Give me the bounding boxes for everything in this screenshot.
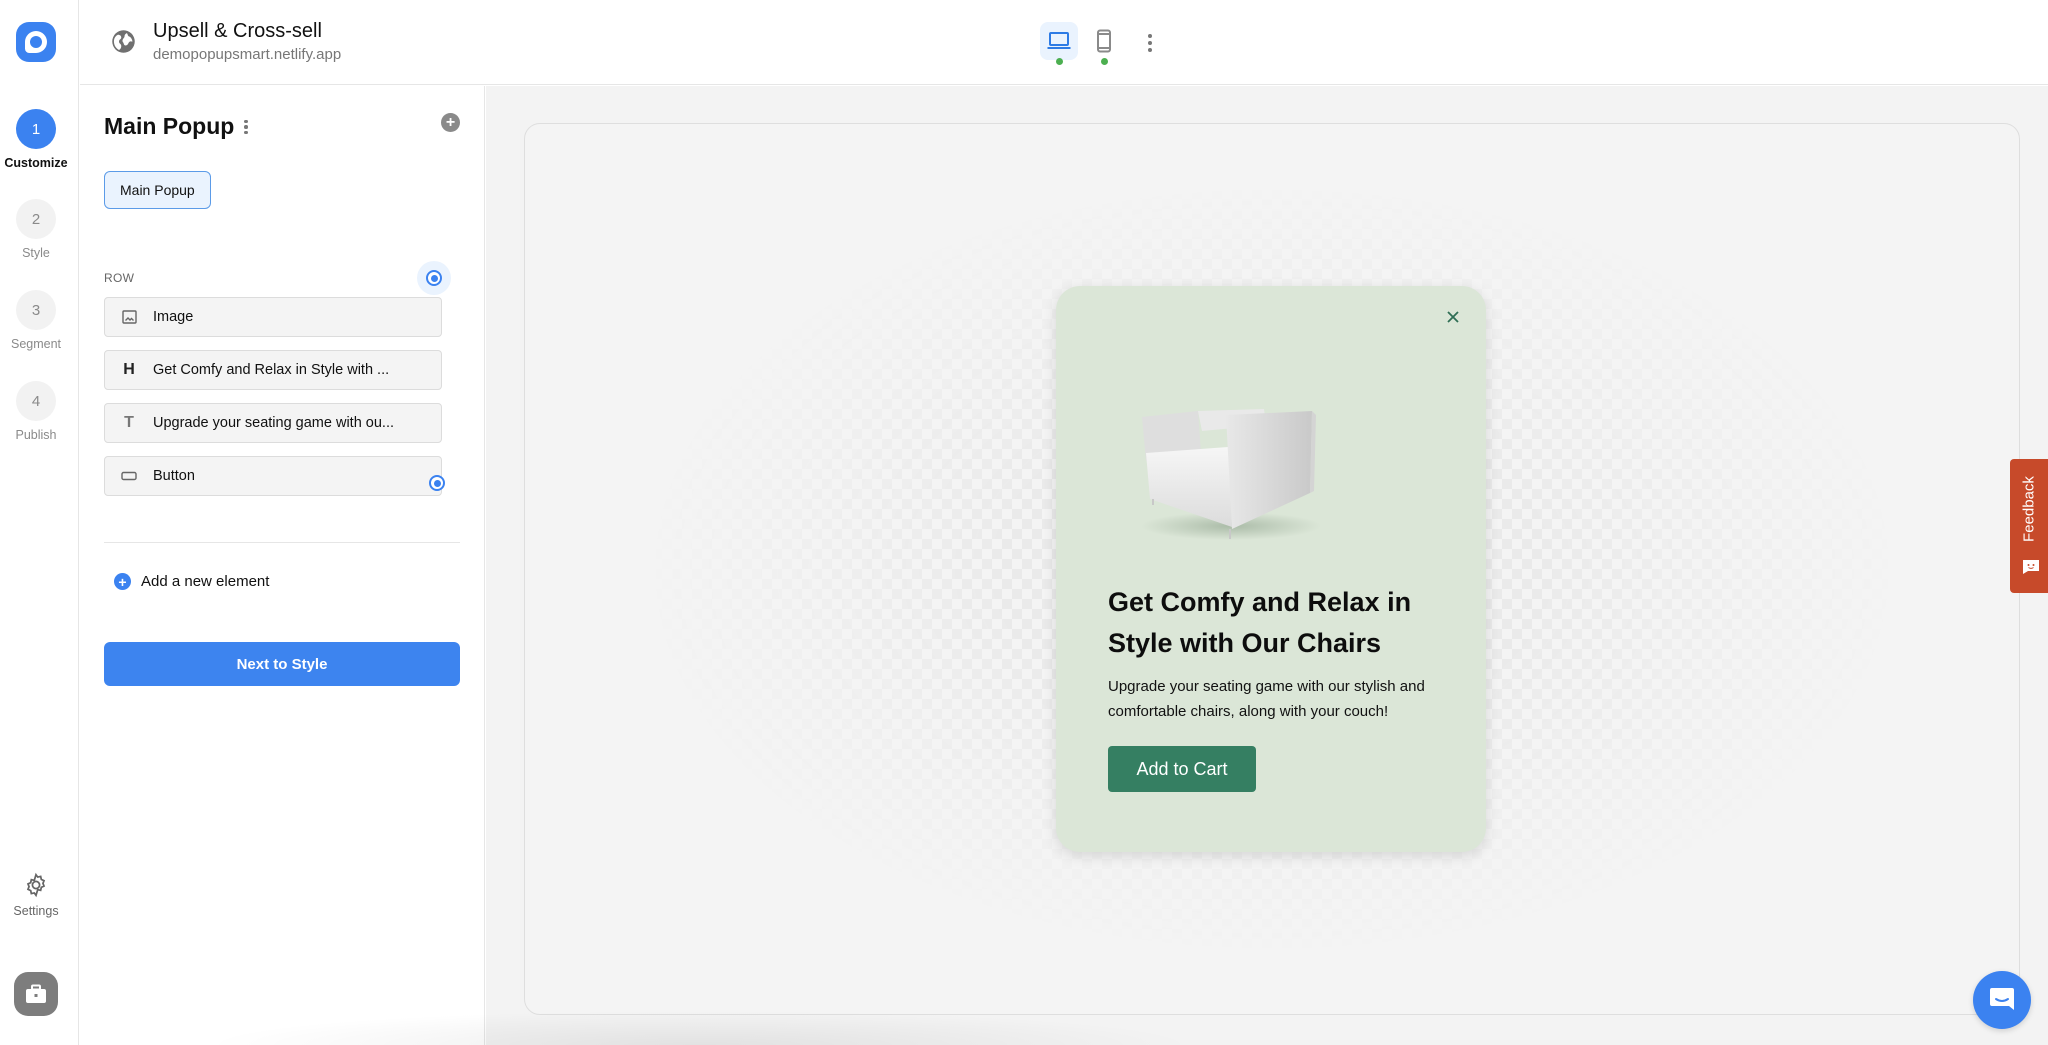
element-label: Image <box>153 309 194 325</box>
step-customize[interactable]: 1 Customize <box>0 109 72 170</box>
step-publish[interactable]: 4 Publish <box>0 381 72 442</box>
mobile-preview-button[interactable] <box>1085 22 1123 60</box>
laptop-icon <box>1047 32 1071 49</box>
customize-panel: Main Popup + Main Popup ROW Image H Get … <box>80 86 485 1045</box>
step-label: Segment <box>10 337 62 351</box>
desktop-status-dot <box>1056 58 1063 65</box>
chat-icon <box>1990 988 2014 1010</box>
element-heading[interactable]: H Get Comfy and Relax in Style with ... <box>104 350 442 390</box>
briefcase-icon <box>26 984 46 1003</box>
add-element-button[interactable]: + Add a new element <box>114 573 269 590</box>
globe-icon <box>112 30 135 53</box>
workspace-button[interactable] <box>14 972 58 1016</box>
add-element-label: Add a new element <box>141 573 270 590</box>
image-icon <box>121 310 137 324</box>
popup-preview[interactable]: Get Comfy and Relax in Style with Our Ch… <box>1056 286 1486 852</box>
element-label: Button <box>153 468 195 484</box>
target-icon <box>426 270 442 286</box>
row-drop-target[interactable] <box>417 261 451 295</box>
mobile-status-dot <box>1101 58 1108 65</box>
popup-menu-button[interactable] <box>240 116 252 138</box>
text-icon: T <box>124 414 134 431</box>
add-popup-button[interactable]: + <box>441 113 460 132</box>
add-to-cart-button[interactable]: Add to Cart <box>1108 746 1256 792</box>
step-segment[interactable]: 3 Segment <box>0 290 72 351</box>
armchair-image <box>1141 409 1321 540</box>
desktop-preview-button[interactable] <box>1040 22 1078 60</box>
site-title: Upsell & Cross-sell <box>153 20 322 42</box>
panel-title: Main Popup <box>104 113 235 139</box>
popup-body-text: Upgrade your seating game with our styli… <box>1108 678 1425 720</box>
plus-circle-icon: + <box>114 573 131 590</box>
settings-button[interactable]: Settings <box>0 872 72 918</box>
element-drop-target[interactable] <box>420 466 454 500</box>
next-to-style-button[interactable]: Next to Style <box>104 642 460 686</box>
plus-icon: + <box>445 113 456 131</box>
element-label: Upgrade your seating game with ou... <box>153 415 394 431</box>
element-button[interactable]: Button <box>104 456 442 496</box>
step-number: 3 <box>16 290 56 330</box>
element-label: Get Comfy and Relax in Style with ... <box>153 362 390 378</box>
gear-icon <box>26 872 46 898</box>
divider <box>104 542 460 543</box>
more-options-button[interactable] <box>1140 30 1160 56</box>
settings-label: Settings <box>13 904 59 918</box>
popupsmart-logo-icon[interactable] <box>16 22 56 62</box>
feedback-label: Feedback <box>2020 476 2038 542</box>
button-icon <box>121 471 137 481</box>
step-number: 2 <box>16 199 56 239</box>
step-label: Customize <box>4 156 68 170</box>
phone-icon <box>1097 29 1111 53</box>
target-icon <box>429 475 445 491</box>
close-icon[interactable] <box>1444 308 1462 326</box>
chat-launcher-button[interactable] <box>1973 971 2031 1029</box>
feedback-tab[interactable]: Feedback <box>2010 459 2048 593</box>
left-rail: 1 Customize 2 Style 3 Segment 4 Publish … <box>0 0 79 1045</box>
step-label: Publish <box>15 428 57 442</box>
element-text[interactable]: T Upgrade your seating game with ou... <box>104 403 442 443</box>
element-image[interactable]: Image <box>104 297 442 337</box>
site-domain: demopopupsmart.netlify.app <box>153 46 342 63</box>
feedback-chat-icon <box>2023 560 2039 574</box>
popup-heading: Get Comfy and Relax in Style with Our Ch… <box>1108 587 1412 658</box>
top-header: Upsell & Cross-sell demopopupsmart.netli… <box>80 0 2048 85</box>
heading-icon: H <box>123 361 135 378</box>
step-number: 4 <box>16 381 56 421</box>
step-number: 1 <box>16 109 56 149</box>
tab-main-popup[interactable]: Main Popup <box>104 171 211 209</box>
step-label: Style <box>22 246 50 260</box>
row-label: ROW <box>104 271 135 285</box>
step-style[interactable]: 2 Style <box>0 199 72 260</box>
